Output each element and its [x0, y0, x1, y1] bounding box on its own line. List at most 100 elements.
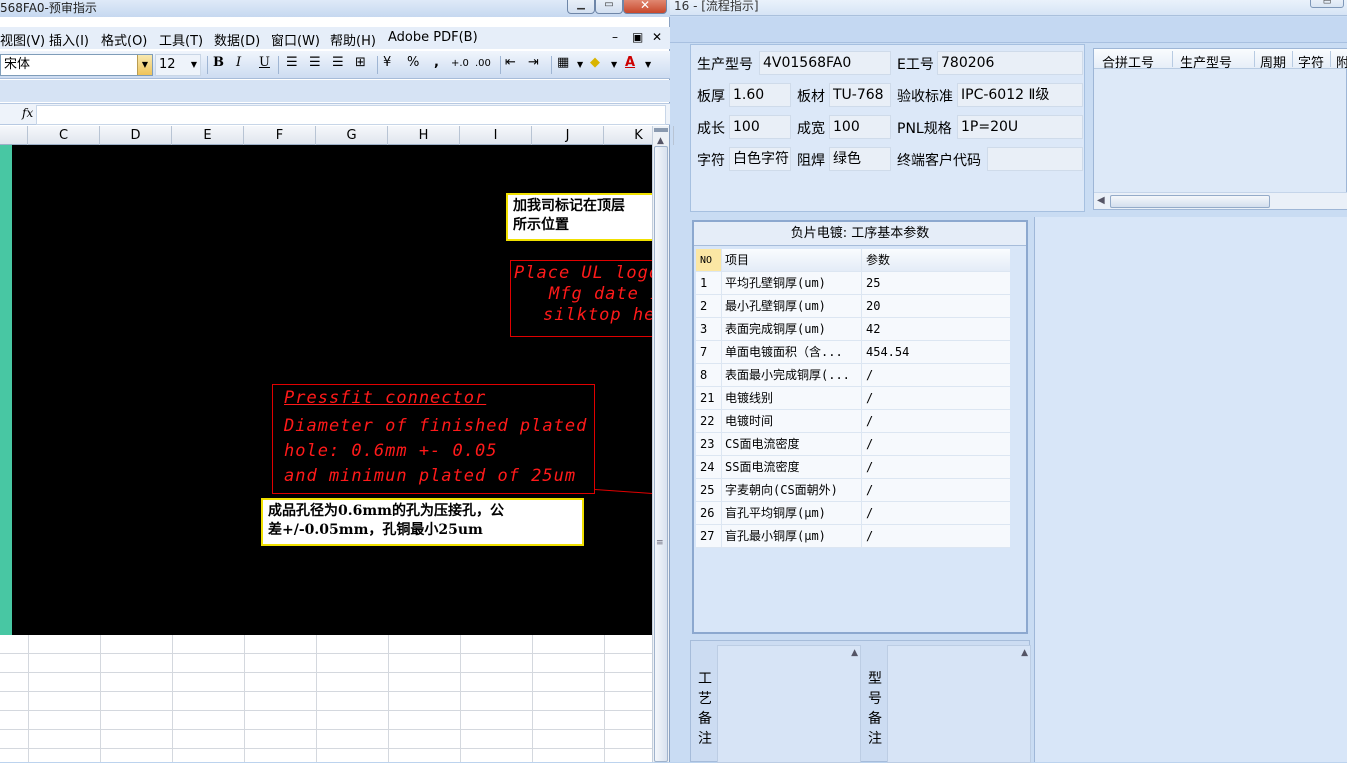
merge-center-icon[interactable]: ⊞ — [355, 55, 366, 70]
doc-close-icon[interactable]: ✕ — [652, 30, 662, 44]
plating-cell-no[interactable]: 27 — [696, 525, 721, 548]
column-header-g[interactable]: G — [316, 126, 388, 145]
plating-row[interactable]: 7 单面电镀面积（含... 454.54 — [696, 341, 1010, 364]
maximize-button[interactable]: ▭ — [595, 0, 623, 14]
header-item[interactable]: 项目 — [721, 249, 861, 272]
combine-grid[interactable]: 合拼工号 生产型号 周期 字符 附 ◀ — [1093, 48, 1347, 210]
column-header-j[interactable]: J — [532, 126, 604, 145]
thickness-field[interactable]: 1.60 — [729, 83, 791, 107]
fx-icon[interactable]: fx — [22, 106, 33, 120]
scroll-up-icon[interactable]: ▲ — [657, 136, 664, 146]
spreadsheet-grid[interactable]: Place UL logo Mfg date i silktop he Pres… — [0, 145, 652, 762]
plating-row[interactable]: 8 表面最小完成铜厚(... / — [696, 364, 1010, 387]
font-name-select[interactable]: 宋体 ▼ — [0, 54, 153, 76]
mask-field[interactable]: 绿色 — [829, 147, 891, 171]
plating-cell-no[interactable]: 1 — [696, 272, 721, 295]
underline-button[interactable]: U — [259, 55, 270, 70]
currency-icon[interactable]: ¥ — [383, 55, 391, 70]
plating-cell-value[interactable]: 42 — [861, 318, 1010, 341]
plating-cell-item[interactable]: 平均孔壁铜厚(um) — [721, 272, 861, 295]
chevron-down-icon[interactable]: ▼ — [137, 55, 152, 75]
percent-button[interactable]: % — [407, 55, 419, 70]
scroll-thumb[interactable] — [1110, 195, 1270, 208]
plating-cell-no[interactable]: 22 — [696, 410, 721, 433]
column-header-f[interactable]: F — [244, 126, 316, 145]
plating-cell-value[interactable]: / — [861, 433, 1010, 456]
column-header-d[interactable]: D — [100, 126, 172, 145]
right-restore-button[interactable]: ▭ — [1310, 0, 1344, 8]
plating-cell-item[interactable]: 盲孔平均铜厚(μm) — [721, 502, 861, 525]
plating-row[interactable]: 27 盲孔最小铜厚(μm) / — [696, 525, 1010, 548]
plating-row[interactable]: 1 平均孔壁铜厚(um) 25 — [696, 272, 1010, 295]
plating-cell-item[interactable]: CS面电流密度 — [721, 433, 861, 456]
plating-cell-item[interactable]: 盲孔最小铜厚(μm) — [721, 525, 861, 548]
menu-format[interactable]: 格式(O) — [101, 30, 147, 49]
process-note-textarea[interactable]: ▲ — [717, 645, 861, 763]
grid-header-extra[interactable]: 附 — [1336, 52, 1347, 71]
minimize-button[interactable]: ▁ — [567, 0, 595, 14]
yellow-note-pressfit-hole[interactable]: 成品孔径为0.6mm的孔为压接孔，公 差+/-0.05mm，孔铜最小25um — [261, 498, 584, 546]
menu-data[interactable]: 数据(D) — [214, 30, 260, 49]
plating-cell-no[interactable]: 24 — [696, 456, 721, 479]
plating-cell-value[interactable]: 25 — [861, 272, 1010, 295]
plating-row[interactable]: 21 电镀线别 / — [696, 387, 1010, 410]
align-left-icon[interactable]: ☰ — [286, 55, 298, 70]
borders-icon[interactable]: ▦ — [557, 55, 569, 70]
plating-row[interactable]: 3 表面完成铜厚(um) 42 — [696, 318, 1010, 341]
plating-cell-value[interactable]: 454.54 — [861, 341, 1010, 364]
decrease-decimal-icon[interactable]: .00 — [475, 58, 491, 69]
customer-field[interactable] — [987, 147, 1083, 171]
menu-insert[interactable]: 插入(I) — [49, 30, 89, 49]
combine-grid-hscroll[interactable]: ◀ — [1094, 192, 1347, 209]
plating-cell-value[interactable]: / — [861, 410, 1010, 433]
chevron-down-icon[interactable]: ▼ — [577, 60, 583, 69]
menu-window[interactable]: 窗口(W) — [271, 30, 320, 49]
menu-tools[interactable]: 工具(T) — [159, 30, 203, 49]
scroll-left-icon[interactable]: ◀ — [1097, 195, 1105, 206]
plating-row[interactable]: 2 最小孔壁铜厚(um) 20 — [696, 295, 1010, 318]
plating-cell-value[interactable]: / — [861, 502, 1010, 525]
plating-cell-item[interactable]: 电镀时间 — [721, 410, 861, 433]
scroll-up-icon[interactable]: ▲ — [851, 648, 858, 658]
plating-cell-item[interactable]: 表面最小完成铜厚(... — [721, 364, 861, 387]
length-field[interactable]: 100 — [729, 115, 791, 139]
plating-cell-value[interactable]: / — [861, 456, 1010, 479]
chevron-down-icon[interactable]: ▼ — [191, 55, 197, 75]
plating-cell-no[interactable]: 7 — [696, 341, 721, 364]
plating-cell-no[interactable]: 21 — [696, 387, 721, 410]
model-field[interactable]: 4V01568FA0 — [759, 51, 891, 75]
standard-field[interactable]: IPC-6012 Ⅱ级 — [957, 83, 1083, 107]
yellow-note-mark-position[interactable]: 加我司标记在顶层 所示位置 — [506, 193, 652, 241]
plating-cell-item[interactable]: 字麦朝向(CS面朝外) — [721, 479, 861, 502]
column-header-i[interactable]: I — [460, 126, 532, 145]
vertical-scrollbar[interactable]: ▲ ≡ — [652, 126, 669, 762]
width-field[interactable]: 100 — [829, 115, 891, 139]
plating-cell-value[interactable]: / — [861, 387, 1010, 410]
scroll-thumb[interactable] — [654, 146, 668, 762]
column-header-h[interactable]: H — [388, 126, 460, 145]
align-center-icon[interactable]: ☰ — [309, 55, 321, 70]
close-button[interactable]: ✕ — [623, 0, 667, 14]
decrease-indent-icon[interactable]: ⇤ — [505, 55, 516, 70]
formula-input[interactable] — [36, 105, 666, 125]
italic-button[interactable]: I — [236, 55, 241, 70]
plating-cell-item[interactable]: 电镀线别 — [721, 387, 861, 410]
fill-color-icon[interactable]: ◆ — [590, 55, 600, 70]
bold-button[interactable]: B — [213, 55, 224, 70]
plating-cell-value[interactable]: 20 — [861, 295, 1010, 318]
increase-indent-icon[interactable]: ⇥ — [528, 55, 539, 70]
material-field[interactable]: TU-768 — [829, 83, 891, 107]
plating-cell-value[interactable]: / — [861, 364, 1010, 387]
plating-cell-item[interactable]: 单面电镀面积（含... — [721, 341, 861, 364]
chevron-down-icon[interactable]: ▼ — [645, 60, 651, 69]
plating-cell-value[interactable]: / — [861, 525, 1010, 548]
header-value[interactable]: 参数 — [861, 249, 1010, 272]
plating-row[interactable]: 25 字麦朝向(CS面朝外) / — [696, 479, 1010, 502]
doc-restore-icon[interactable]: ▣ — [632, 30, 643, 44]
plating-cell-item[interactable]: 表面完成铜厚(um) — [721, 318, 861, 341]
doc-minimize-icon[interactable]: – — [612, 30, 618, 44]
plating-cell-item[interactable]: SS面电流密度 — [721, 456, 861, 479]
grid-header-cycle[interactable]: 周期 — [1260, 52, 1286, 71]
scroll-up-icon[interactable]: ▲ — [1021, 648, 1028, 658]
plating-row[interactable]: 22 电镀时间 / — [696, 410, 1010, 433]
